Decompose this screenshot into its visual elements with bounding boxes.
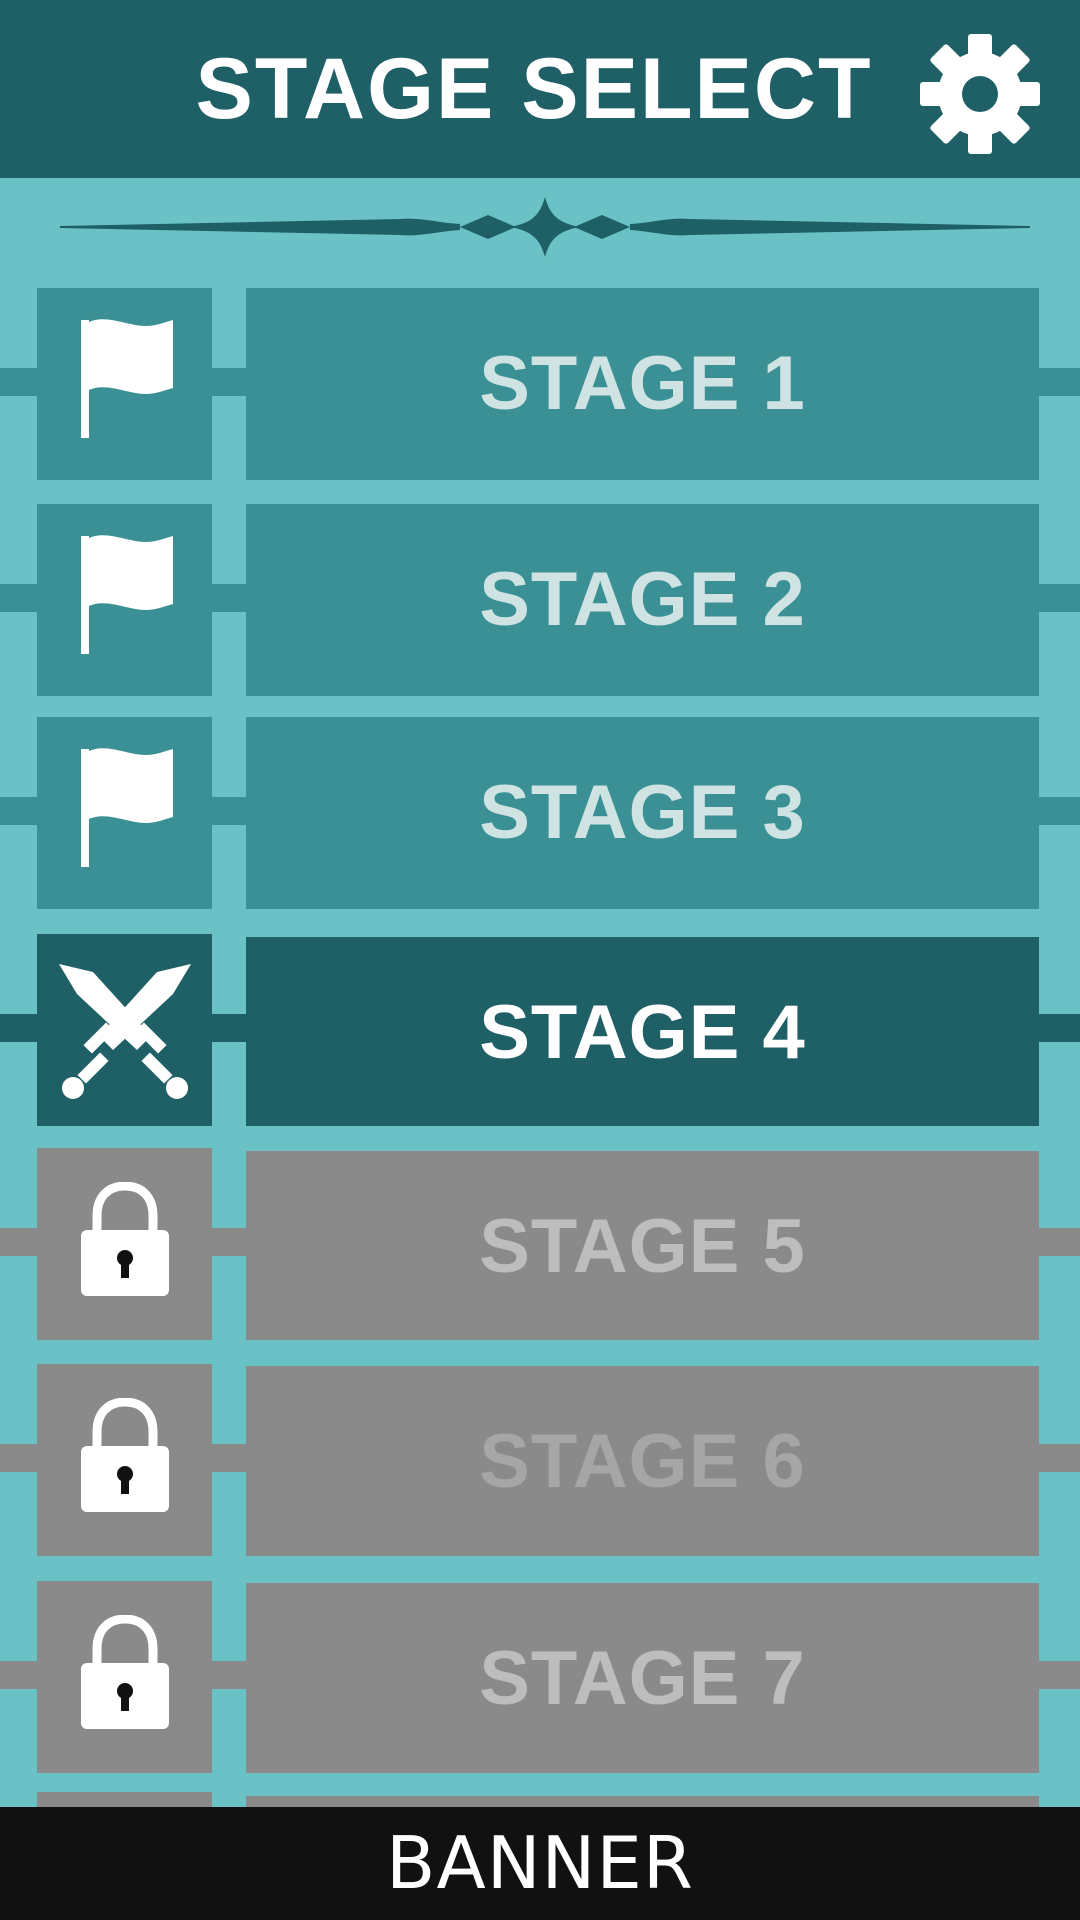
flag-icon xyxy=(81,319,173,438)
stage-row-7[interactable]: STAGE 7 xyxy=(0,1581,1080,1773)
stage-button-4[interactable]: STAGE 4 xyxy=(246,937,1039,1126)
decorative-divider xyxy=(60,195,1030,261)
stage-button-6[interactable]: STAGE 6 xyxy=(246,1366,1039,1556)
stage-row-6[interactable]: STAGE 6 xyxy=(0,1364,1080,1556)
stage-button-2[interactable]: STAGE 2 xyxy=(246,504,1039,696)
stage-status-icon-box xyxy=(37,288,212,480)
stage-row-3[interactable]: STAGE 3 xyxy=(0,717,1080,909)
stage-button-5[interactable]: STAGE 5 xyxy=(246,1151,1039,1340)
stage-row-5[interactable]: STAGE 5 xyxy=(0,1148,1080,1340)
stage-status-icon-box xyxy=(37,1364,212,1556)
page-title: STAGE SELECT xyxy=(195,41,873,137)
stage-status-icon-box xyxy=(37,934,212,1126)
settings-button[interactable] xyxy=(918,32,1042,156)
stage-button-7[interactable]: STAGE 7 xyxy=(246,1583,1039,1773)
stage-button-3[interactable]: STAGE 3 xyxy=(246,717,1039,909)
stage-button-1[interactable]: STAGE 1 xyxy=(246,288,1039,480)
stage-row-8[interactable] xyxy=(0,1792,1080,1807)
stage-row-1[interactable]: STAGE 1 xyxy=(0,288,1080,480)
stage-button-8[interactable] xyxy=(246,1796,1039,1807)
flag-icon xyxy=(81,748,173,867)
stage-status-icon-box xyxy=(37,1148,212,1340)
stage-status-icon-box xyxy=(37,504,212,696)
stage-status-icon-box xyxy=(37,1792,212,1807)
header-bar: STAGE SELECT xyxy=(0,0,1080,178)
gear-icon xyxy=(920,34,1040,154)
stage-row-4[interactable]: STAGE 4 xyxy=(0,934,1080,1126)
ad-banner[interactable]: BANNER xyxy=(0,1807,1080,1920)
stage-status-icon-box xyxy=(37,1581,212,1773)
lock-icon xyxy=(81,1615,169,1729)
lock-icon xyxy=(81,1182,169,1296)
stage-row-2[interactable]: STAGE 2 xyxy=(0,504,1080,696)
stage-status-icon-box xyxy=(37,717,212,909)
flag-icon xyxy=(81,535,173,654)
lock-icon xyxy=(81,1398,169,1512)
stage-list: STAGE 1 STAGE 2 STAGE 3 STAGE 4 STAGE 5 … xyxy=(0,0,1080,1807)
crossed-swords-icon xyxy=(59,964,191,1099)
